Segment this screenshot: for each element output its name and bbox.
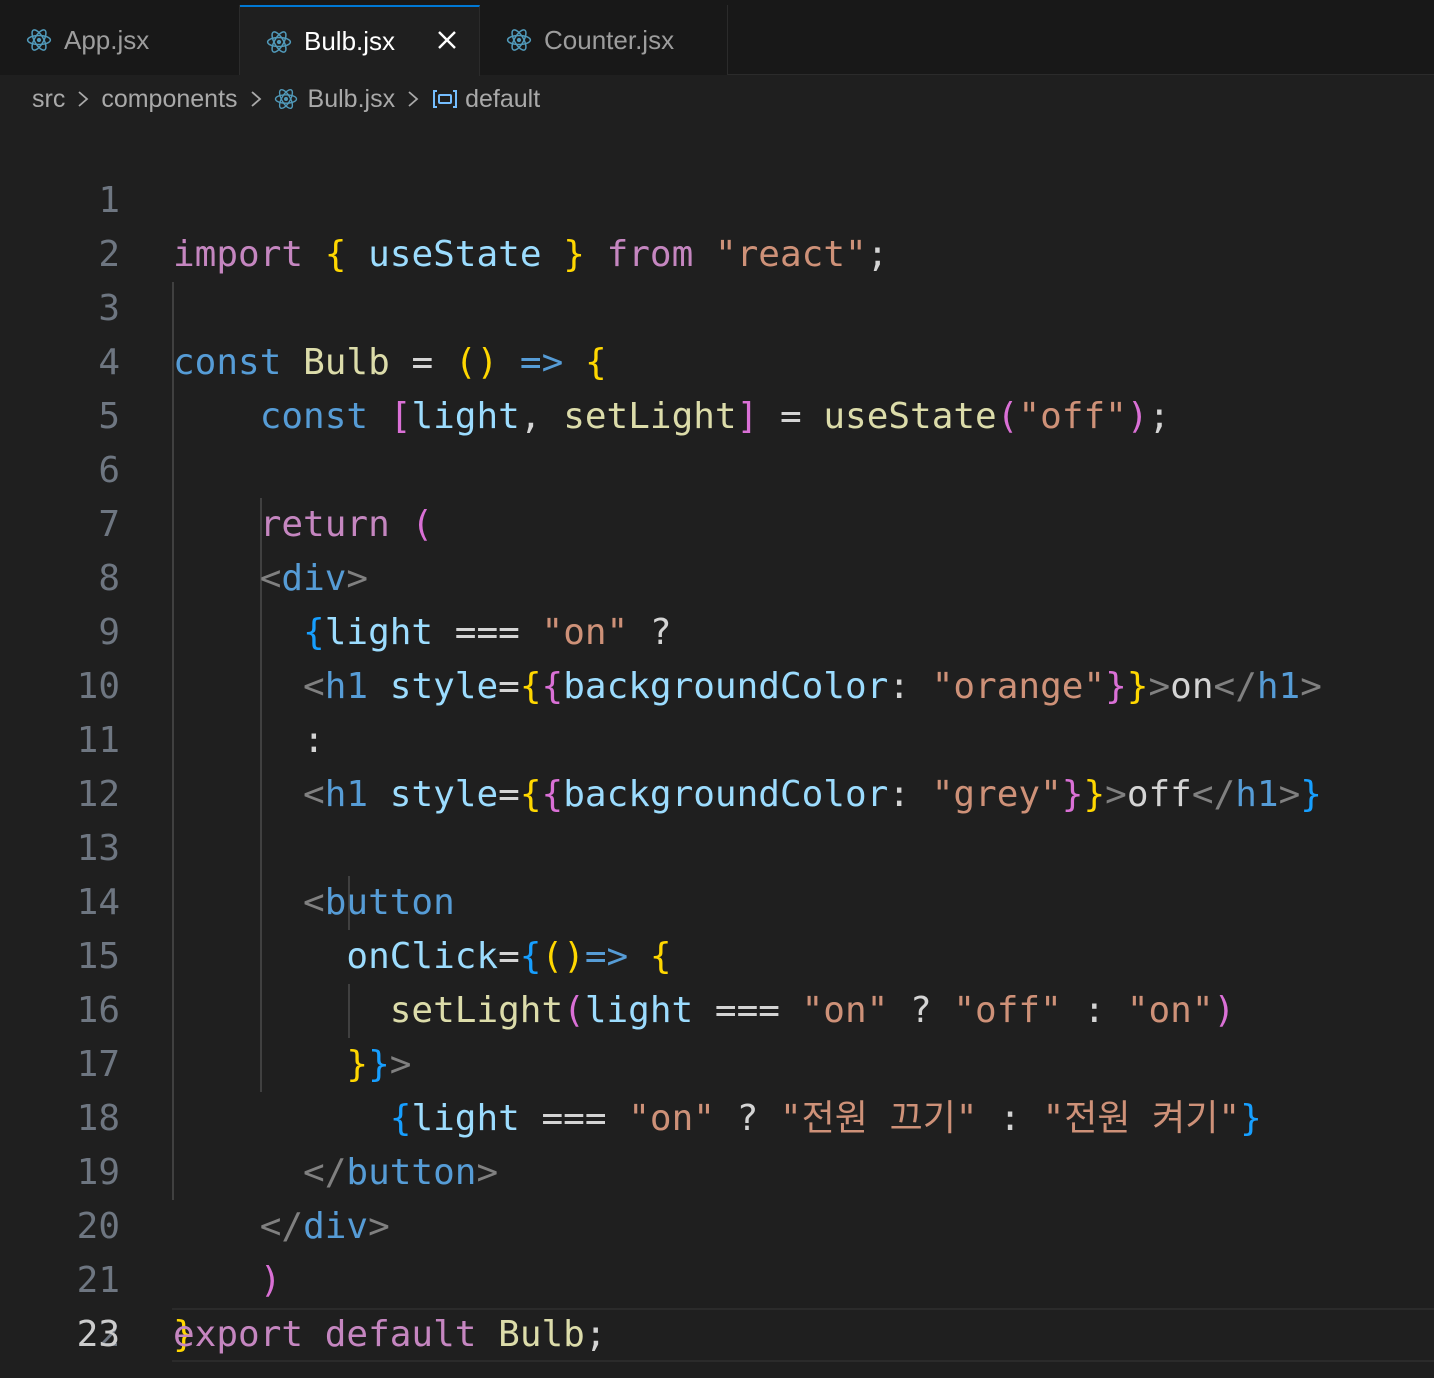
code-editor[interactable]: 1 import { useState } from "react"; 2 3 … [0,120,1434,1378]
code-line-19[interactable]: 19 </div> [0,1092,1434,1247]
code-line-3[interactable]: 3 const Bulb = () => { [0,228,1434,383]
code-line-4[interactable]: 4 const [light, setLight] = useState("of… [0,282,1434,437]
symbol-variable-icon [433,90,458,108]
code-line-21[interactable]: 21 } [0,1200,1434,1355]
breadcrumb-item-components[interactable]: components [101,85,237,114]
react-icon [26,29,52,51]
code-line-7[interactable]: 7 <div> [0,444,1434,599]
code-line-22[interactable]: 22 [0,1254,1434,1355]
tab-bulb-jsx[interactable]: Bulb.jsx [240,5,480,76]
code-line-1[interactable]: 1 import { useState } from "react"; [0,120,1434,275]
code-line-18[interactable]: 18 </button> [0,1038,1434,1193]
code-line-9[interactable]: 9 <h1 style={{backgroundColor: "orange"}… [0,552,1434,707]
tab-label: App.jsx [64,24,150,55]
code-line-10[interactable]: 10 : [0,606,1434,761]
code-line-2[interactable]: 2 [0,174,1434,275]
code-line-8[interactable]: 8 {light === "on" ? [0,498,1434,653]
code-line-6[interactable]: 6 return ( [0,390,1434,545]
breadcrumb-item-src[interactable]: src [32,85,65,114]
tab-counter-jsx[interactable]: Counter.jsx [480,5,728,75]
breadcrumb-item-file[interactable]: Bulb.jsx [308,85,396,114]
react-icon [266,30,292,53]
breadcrumb-item-symbol[interactable]: default [465,85,540,114]
tab-app-jsx[interactable]: App.jsx [0,5,240,75]
code-line-14[interactable]: 14 onClick={()=> { [0,822,1434,977]
tab-label: Counter.jsx [544,24,675,55]
code-line-15[interactable]: 15 setLight(light === "on" ? "off" : "on… [0,876,1434,1031]
code-line-13[interactable]: 13 <button [0,768,1434,923]
code-line-11[interactable]: 11 <h1 style={{backgroundColor: "grey"}}… [0,660,1434,815]
tab-bar: App.jsx Bulb.jsx Counter.jsx [0,5,1434,76]
code-line-23-current[interactable]: 23 export default Bulb; [77,1308,1434,1362]
code-line-5[interactable]: 5 [0,336,1434,437]
chevron-right-icon [78,91,89,107]
react-icon [274,88,297,110]
chevron-right-icon [250,91,261,107]
breadcrumb: src components Bulb.jsx default [32,78,540,120]
chevron-right-icon [408,91,419,107]
code-line-20[interactable]: 20 ) [0,1146,1434,1301]
close-icon[interactable] [433,26,461,54]
line-number: 23 [76,1314,120,1355]
code-line-16[interactable]: 16 }}> [0,930,1434,1085]
tab-label: Bulb.jsx [304,26,396,56]
react-icon [506,29,532,51]
code-text: export default Bulb; [173,1314,607,1355]
code-line-17[interactable]: 17 {light === "on" ? "전원 끄기" : "전원 켜기"} [0,984,1434,1139]
code-line-12[interactable]: 12 [0,714,1434,815]
